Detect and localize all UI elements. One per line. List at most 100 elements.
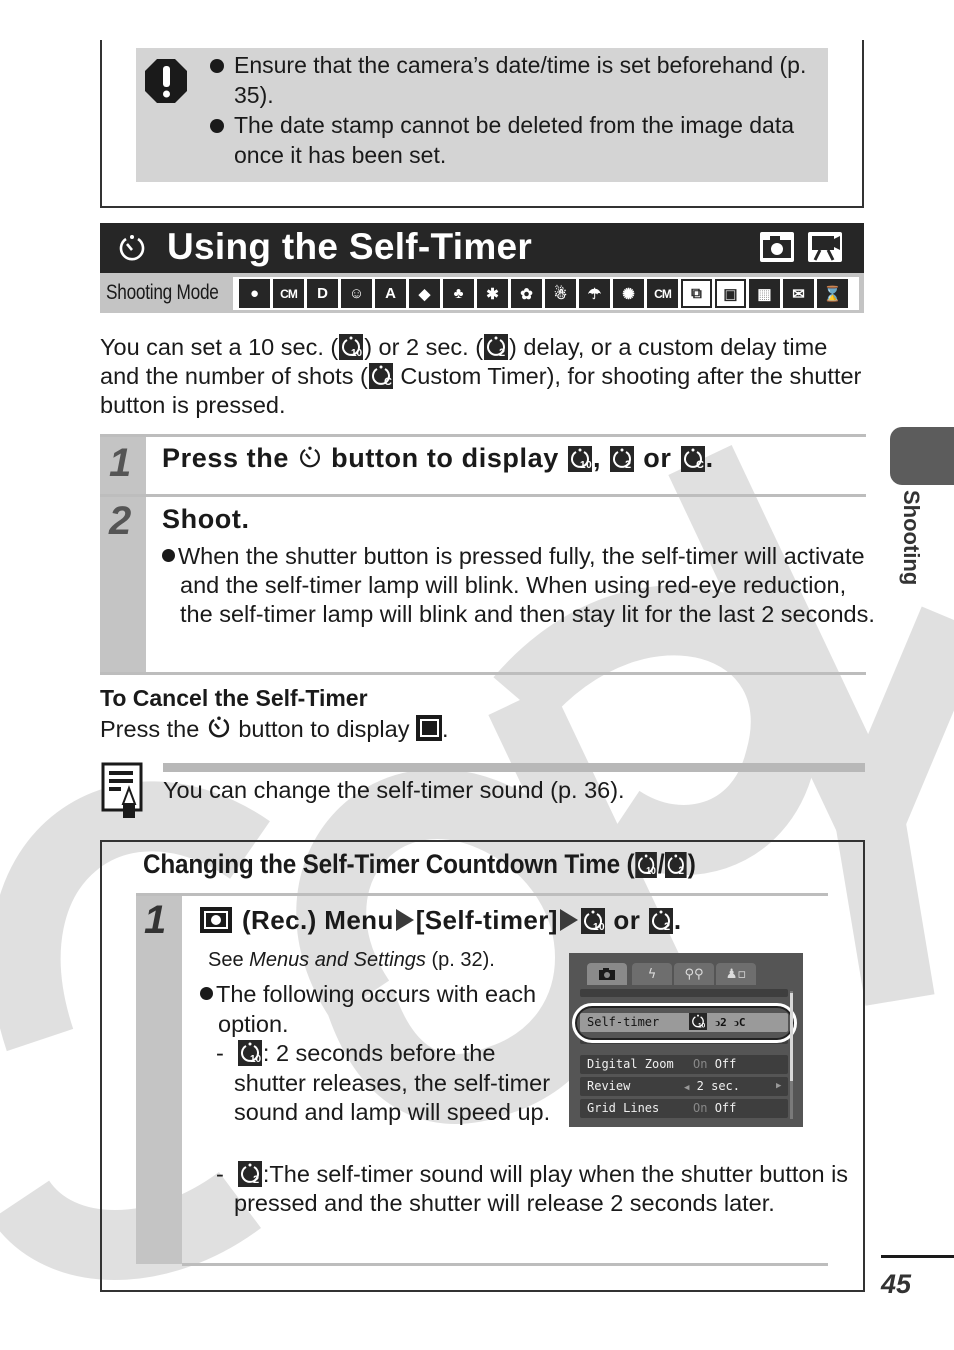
timer-10s-icon: 10: [635, 852, 657, 878]
self-timer-icon: [300, 446, 321, 468]
menu-row-label: Grid Lines: [587, 1101, 660, 1115]
cancel-text: button to display: [231, 716, 416, 742]
menu-row-value: 2 sec.: [696, 1079, 741, 1093]
foliage-icon: ✿: [511, 279, 542, 308]
timer-2s-icon: 2: [665, 852, 687, 878]
section-title: Using the Self-Timer: [167, 226, 533, 267]
step-2-title: Shoot.: [162, 504, 250, 534]
selection-highlight: [572, 1003, 797, 1043]
countdown-title: Changing the Self-Timer Countdown Time (…: [143, 846, 696, 882]
flash-tab-icon: ϟ: [632, 963, 672, 985]
stitch-assist-icon: ⧉: [681, 279, 712, 308]
menu-row-label: Review: [587, 1079, 631, 1093]
svg-text:10: 10: [646, 866, 656, 878]
step-text: Press the: [162, 443, 298, 473]
caution-icon: [145, 59, 187, 103]
bullet-icon: [200, 987, 213, 1000]
bullet-icon: [162, 549, 175, 562]
menu-row-grid-lines: Grid Lines On Off: [580, 1099, 788, 1118]
step-text: or: [605, 905, 648, 935]
step-text: ,: [592, 443, 602, 473]
my-camera-tab-icon: ♟▫: [716, 963, 756, 985]
intro-text: You can set a 10 sec. (: [100, 334, 339, 360]
arrow-right-icon: [395, 909, 414, 931]
svg-text:10: 10: [351, 348, 363, 359]
divider: [100, 434, 866, 437]
step-number-column: 1: [100, 437, 146, 495]
setup-tab-icon: ⚲⚲: [674, 963, 714, 985]
timer-2s-icon: 2: [237, 1161, 262, 1187]
see-reference: See Menus and Settings (p. 32).: [208, 946, 495, 974]
page-number-rule: [881, 1255, 954, 1258]
auto-icon: ●: [239, 279, 270, 308]
step-number-column: 1: [136, 896, 182, 1264]
svg-text:2: 2: [679, 866, 685, 878]
step-number: 2: [109, 499, 132, 543]
step-text: or: [635, 443, 680, 473]
step-text: .: [705, 443, 714, 473]
caution-list: Ensure that the camera’s date/time is se…: [208, 50, 818, 170]
divider: [100, 672, 866, 675]
menu-row-label: Digital Zoom: [587, 1057, 674, 1071]
shooting-mode-label: Shooting Mode: [106, 281, 219, 304]
page-number: 45: [881, 1269, 912, 1299]
svg-text:10: 10: [593, 922, 605, 933]
countdown-body: The following occurs with each option. -…: [200, 980, 560, 1128]
bullet-item: The following occurs with each option.: [200, 980, 560, 1039]
svg-text:C: C: [384, 376, 392, 388]
still-camera-icon: [760, 232, 794, 262]
menu-row-value: On: [693, 1101, 708, 1115]
bullet-text: The following occurs with each option.: [216, 981, 537, 1037]
svg-text:C: C: [696, 459, 705, 471]
cancel-text: Press the: [100, 716, 206, 742]
note-rule: [163, 763, 865, 772]
step-text: .: [673, 905, 682, 935]
divider: [182, 1263, 828, 1266]
arrow-right-icon: ▶: [776, 1081, 782, 1091]
step-number: 1: [144, 898, 167, 942]
divider: [100, 494, 866, 497]
cancel-heading: To Cancel the Self-Timer: [100, 685, 368, 711]
arrow-right-icon: [559, 909, 578, 931]
shooting-mode-icons: ● CM D ☺ A ◆ ♣ ✱ ✿ ☃ ☂ ✺ CM ⧉ ▣ ▦ ✉ ⌛: [233, 277, 859, 310]
chapter-tab: [890, 427, 954, 485]
caution-item: The date stamp cannot be deleted from th…: [208, 110, 818, 170]
see-text: (p. 32).: [425, 949, 495, 971]
svg-text:10: 10: [580, 460, 592, 471]
step-text: button to display: [323, 443, 567, 473]
menu-scrollbar-thumb: [790, 993, 793, 1081]
note-text: You can change the self-timer sound (p. …: [163, 777, 625, 803]
intro-text: ) or 2 sec. (: [364, 334, 484, 360]
timer-2s-icon: 2: [610, 446, 635, 472]
cancel-text: .: [442, 716, 449, 742]
option-item: - 10: 2 seconds before the shutter relea…: [216, 1040, 551, 1125]
timer-custom-icon: C: [680, 446, 705, 472]
kids-pets-icon: ◆: [409, 279, 440, 308]
night-snapshot-icon: A: [375, 279, 406, 308]
option-text: : 2 seconds before the shutter releases,…: [234, 1040, 551, 1125]
countdown-step-instruction: (Rec.) Menu [Self-timer] 10 or 2.: [200, 902, 681, 938]
option-item: - 2:The self-timer sound will play when …: [216, 1161, 849, 1216]
step-number-column: 2: [100, 497, 146, 672]
menu-row-digital-zoom: Digital Zoom On Off: [580, 1055, 788, 1074]
custom-manual-icon: CM: [647, 279, 678, 308]
snow-icon: ☃: [545, 279, 576, 308]
countdown-title-text: ): [687, 849, 696, 879]
divider: [136, 893, 828, 896]
self-timer-icon: [119, 235, 145, 261]
step-text: (Rec.) Menu: [242, 905, 394, 935]
step-1-instruction: Press the button to display 10, 2 or C.: [162, 440, 714, 476]
see-text: See: [208, 949, 250, 971]
svg-text:2: 2: [664, 921, 671, 933]
rec-menu-icon: [200, 907, 232, 933]
intro-paragraph: You can set a 10 sec. (10) or 2 sec. (2)…: [100, 333, 870, 420]
movie-time-lapse-icon: ⌛: [817, 279, 848, 308]
chapter-label: Shooting: [899, 490, 924, 586]
indoor-icon: ♣: [443, 279, 474, 308]
camera-tab-icon: [587, 963, 627, 985]
digital-macro-icon: D: [307, 279, 338, 308]
timer-custom-icon: C: [368, 363, 393, 389]
movie-standard-icon: ▣: [715, 279, 746, 308]
step-2-body: When the shutter button is pressed fully…: [162, 542, 880, 629]
menu-row-review: Review ◀ 2 sec. ▶: [580, 1077, 788, 1096]
